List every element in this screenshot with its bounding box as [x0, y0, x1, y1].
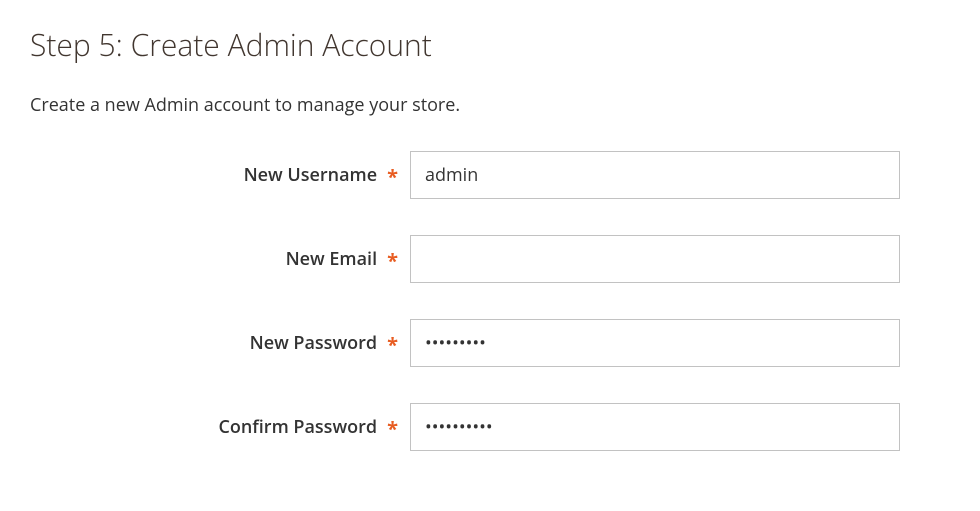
form-row-confirm-password: Confirm Password *: [30, 403, 950, 451]
label-wrap-password: New Password *: [30, 331, 410, 355]
email-input[interactable]: [410, 235, 900, 283]
username-label: New Username: [244, 163, 378, 187]
confirm-password-label: Confirm Password: [218, 415, 377, 439]
required-icon: *: [387, 167, 398, 187]
confirm-password-input[interactable]: [410, 403, 900, 451]
required-icon: *: [387, 419, 398, 439]
form-row-email: New Email *: [30, 235, 950, 283]
username-input[interactable]: [410, 151, 900, 199]
page-description: Create a new Admin account to manage you…: [30, 93, 950, 117]
email-label: New Email: [286, 247, 378, 271]
form-row-username: New Username *: [30, 151, 950, 199]
password-label: New Password: [250, 331, 378, 355]
label-wrap-confirm-password: Confirm Password *: [30, 415, 410, 439]
label-wrap-email: New Email *: [30, 247, 410, 271]
form-row-password: New Password *: [30, 319, 950, 367]
password-input[interactable]: [410, 319, 900, 367]
label-wrap-username: New Username *: [30, 163, 410, 187]
required-icon: *: [387, 251, 398, 271]
required-icon: *: [387, 335, 398, 355]
page-title: Step 5: Create Admin Account: [30, 24, 950, 65]
